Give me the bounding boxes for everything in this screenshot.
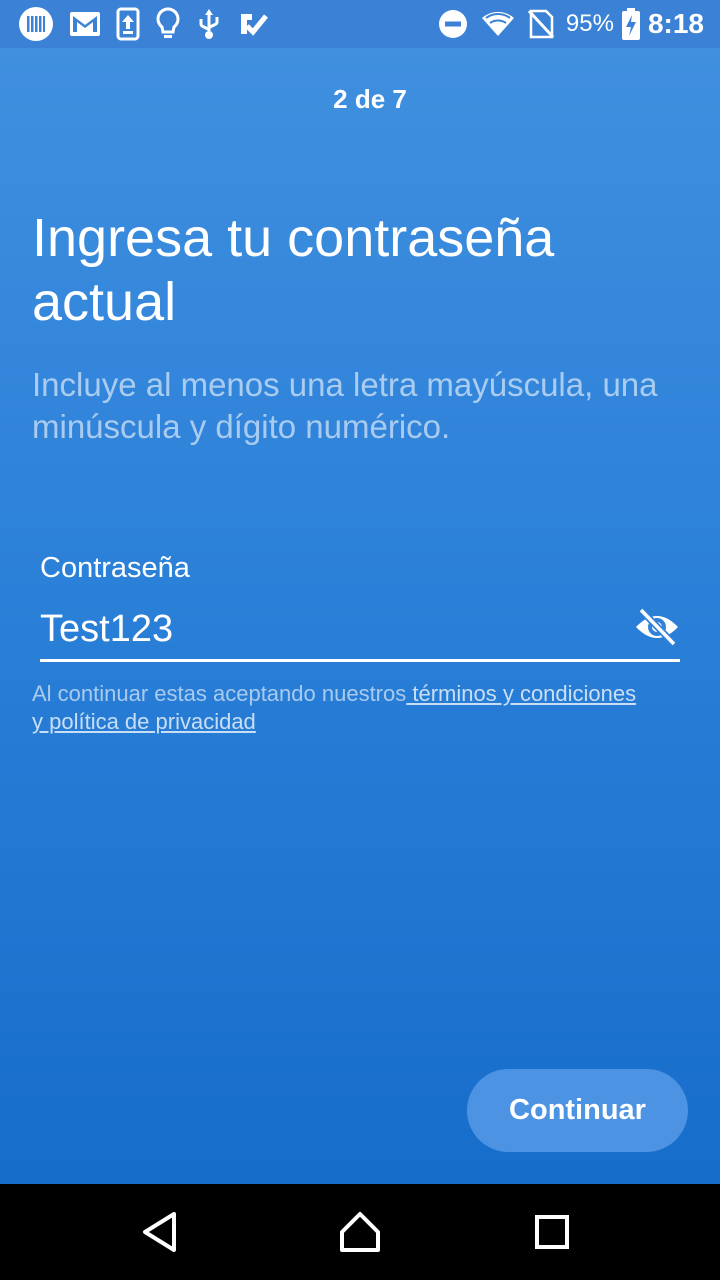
password-input[interactable] [40,604,620,654]
battery-charging-icon [621,8,640,40]
terms-text: Al continuar estas aceptando nuestros té… [32,680,652,736]
checkmark-app-icon [238,10,268,38]
eye-off-icon[interactable] [634,606,680,648]
do-not-disturb-icon [438,9,468,39]
battery-percent: 95% [565,10,614,37]
back-icon[interactable] [130,1202,190,1262]
navigation-bar [0,1184,720,1280]
password-field [40,600,680,662]
wifi-icon [480,10,516,38]
barcode-app-icon [18,6,54,42]
system-icons: 95% 8:18 [426,8,704,40]
no-sim-icon [527,9,554,39]
password-label: Contraseña [40,552,190,584]
page-subtitle: Incluye al menos una letra mayúscula, un… [32,366,658,445]
continue-button[interactable]: Continuar [467,1069,688,1152]
upload-app-icon [116,7,140,41]
terms-prefix: Al continuar estas aceptando nuestros [32,681,407,706]
home-icon[interactable] [330,1202,390,1262]
status-bar: 95% 8:18 [0,0,720,48]
page-title: Ingresa tu contraseña actual [32,208,555,332]
recents-icon[interactable] [522,1202,582,1262]
gmail-icon [70,12,100,36]
usb-icon [196,7,222,41]
step-indicator: 2 de 7 [333,84,407,114]
bulb-icon [156,7,180,41]
notification-icons [18,6,284,42]
clock: 8:18 [647,8,704,39]
